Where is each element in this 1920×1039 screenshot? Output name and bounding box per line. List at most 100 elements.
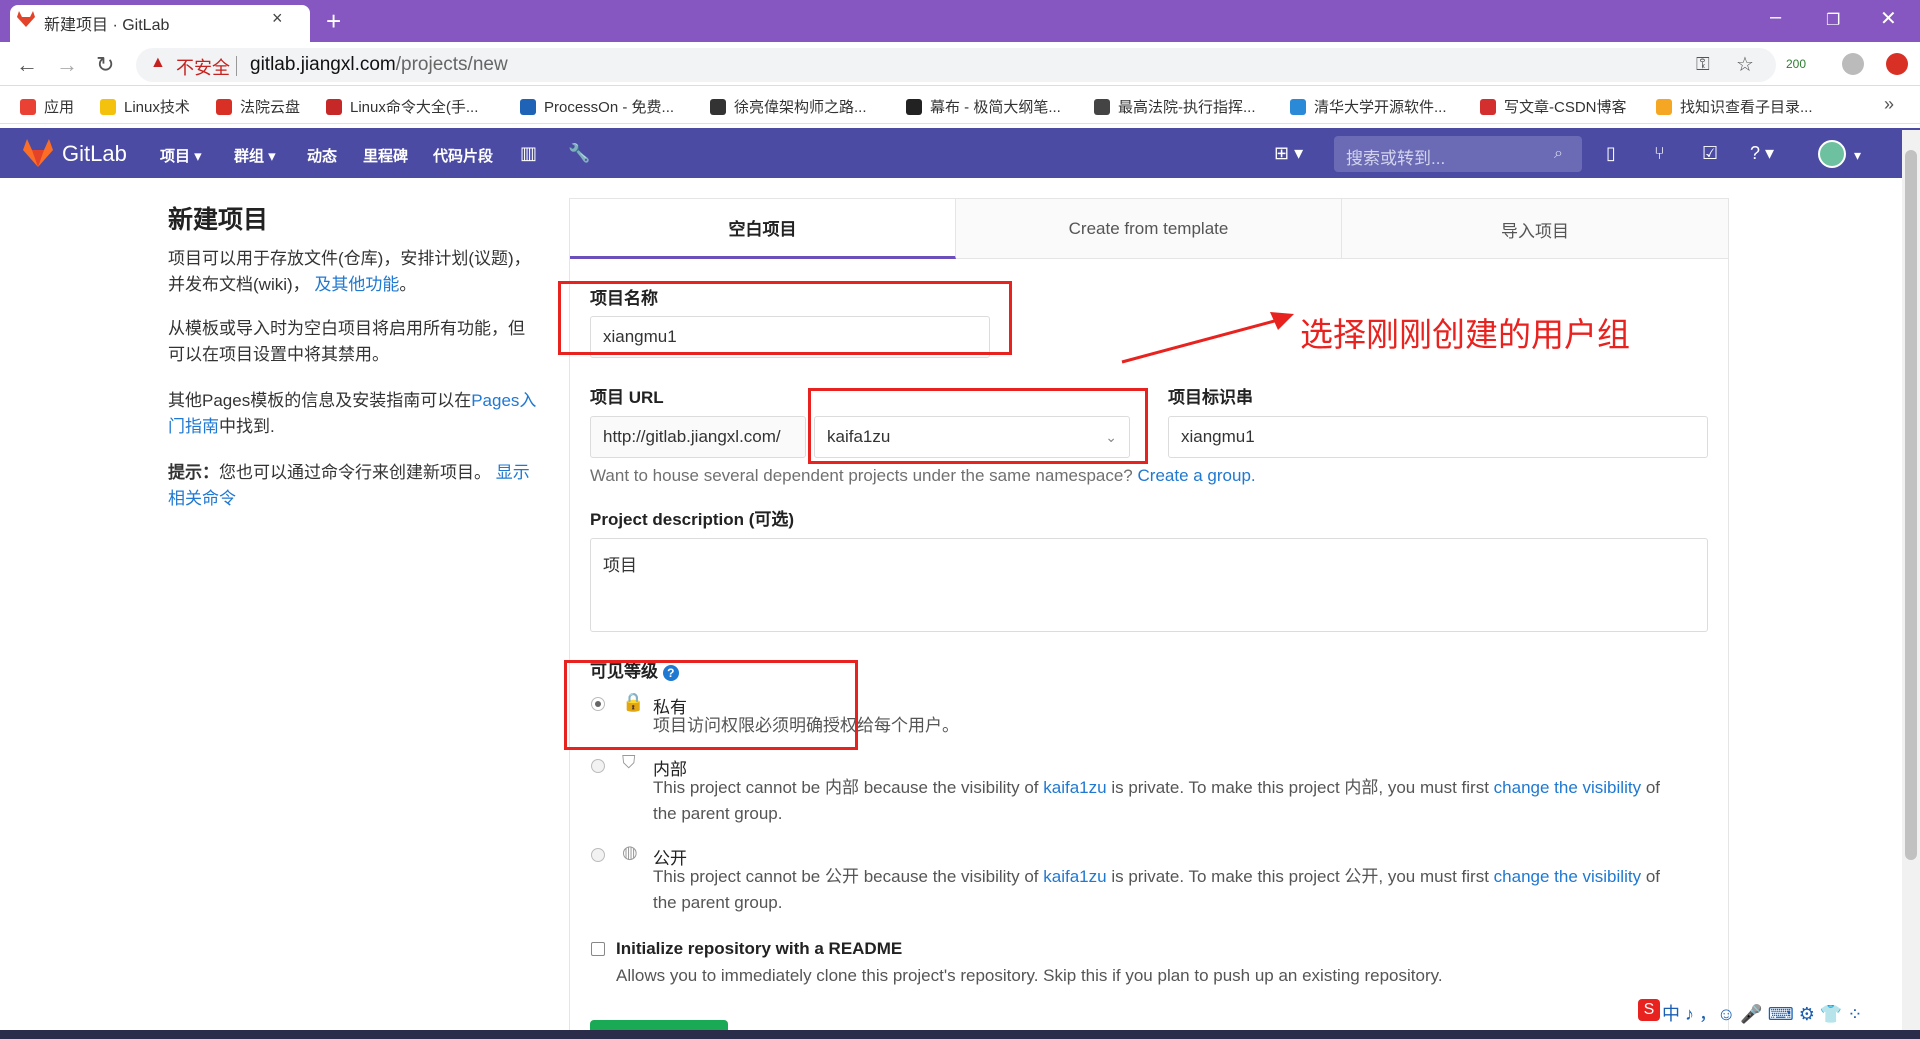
forward-icon[interactable]: → (56, 52, 78, 78)
public-desc-d: the parent group. (653, 893, 783, 912)
group-hint: Want to house several dependent projects… (590, 466, 1256, 486)
window-close-icon[interactable]: ✕ (1880, 6, 1897, 31)
bookmark-label: 应用 (44, 99, 75, 116)
wrench-icon[interactable]: 🔧 (568, 143, 590, 164)
public-desc-c: of (1645, 867, 1660, 886)
help-icon[interactable]: ? ▾ (1750, 143, 1774, 164)
bookmark-label: 清华大学开源软件... (1314, 99, 1447, 116)
tab-create-from-template[interactable]: Create from template (956, 199, 1342, 259)
menu-milestones[interactable]: 里程碑 (363, 145, 408, 166)
tab-import-project[interactable]: 导入项目 (1342, 199, 1728, 259)
sidebar-template-note: 从模板或导入时为空白项目将启用所有功能，但可以在项目设置中将其禁用。 (168, 319, 525, 364)
extension-badge[interactable]: 200 (1786, 57, 1806, 71)
minimize-icon[interactable]: – (1770, 6, 1781, 29)
pages-note-end: 中找到. (219, 417, 275, 436)
tab-blank-project[interactable]: 空白项目 (570, 199, 956, 259)
gitlab-favicon-icon (17, 11, 35, 27)
gitlab-navbar (0, 128, 1920, 178)
description-label: Project description (可选) (590, 505, 794, 530)
reload-icon[interactable]: ↻ (96, 52, 114, 78)
url-text[interactable]: gitlab.jiangxl.com/projects/new (250, 54, 508, 76)
visibility-internal-radio[interactable] (591, 759, 605, 773)
bookmark-icon (216, 98, 232, 115)
internal-desc-d: the parent group. (653, 804, 783, 823)
description-optional: (可选) (748, 510, 795, 529)
search-icon[interactable]: ⌕ (1554, 145, 1563, 163)
menu-snippets[interactable]: 代码片段 (433, 145, 493, 166)
public-group-link[interactable]: kaifa1zu (1043, 867, 1106, 886)
back-icon[interactable]: ← (16, 52, 38, 78)
tab-close-icon[interactable]: × (272, 8, 283, 29)
bookmark-label: 徐亮偉架构师之路... (734, 99, 867, 116)
profile-avatar[interactable] (1842, 53, 1864, 75)
bookmark-item[interactable]: 法院云盘 (216, 96, 300, 117)
bookmark-icon (710, 98, 726, 115)
plus-square-icon[interactable]: ⊞ ▾ (1274, 143, 1303, 164)
menu-groups[interactable]: 群组 ▾ (234, 145, 276, 166)
update-icon[interactable] (1886, 53, 1908, 75)
bookmark-item[interactable]: Linux技术 (100, 96, 190, 117)
gitlab-logo-icon[interactable] (22, 138, 54, 168)
bookmark-label: 法院云盘 (240, 99, 301, 116)
bookmark-icon (1094, 98, 1110, 115)
bookmark-item[interactable]: 幕布 - 极简大纲笔... (906, 96, 1061, 117)
visibility-public-radio[interactable] (591, 848, 605, 862)
annotation-box-name (558, 281, 1012, 355)
sidebar-intro: 项目可以用于存放文件(仓库)，安排计划(议题)，并发布文档(wiki)， 及其他… (168, 246, 538, 298)
bookmark-item[interactable]: 清华大学开源软件... (1290, 96, 1447, 117)
url-path: /projects/new (395, 54, 508, 75)
shield-icon: ⛉ (622, 752, 636, 772)
internal-group-link[interactable]: kaifa1zu (1043, 778, 1106, 797)
internal-desc-b: is private. To make this project 内部, you… (1111, 778, 1489, 797)
new-tab-icon[interactable]: + (326, 6, 341, 37)
bookmark-item[interactable]: 写文章-CSDN博客 (1480, 96, 1627, 117)
bookmark-label: ProcessOn - 免费... (544, 99, 675, 116)
insecure-label[interactable]: 不安全 (176, 54, 230, 80)
bookmark-star-icon[interactable]: ☆ (1736, 52, 1754, 77)
url-host: gitlab.jiangxl.com (250, 54, 396, 75)
bookmark-item[interactable]: 最高法院-执行指挥... (1094, 96, 1256, 117)
bookmark-item[interactable]: 应用 (20, 96, 74, 117)
public-change-visibility-link[interactable]: change the visibility (1494, 867, 1641, 886)
internal-desc-c: of (1645, 778, 1660, 797)
todo-icon[interactable]: ☑ (1702, 143, 1718, 164)
bookmark-icon (520, 98, 536, 115)
bookmark-label: 找知识查看子目录... (1680, 99, 1813, 116)
bookmark-item[interactable]: 徐亮偉架构师之路... (710, 96, 867, 117)
bookmark-item[interactable]: Linux命令大全(手... (326, 96, 478, 117)
scrollbar-thumb[interactable] (1905, 150, 1917, 860)
bookmark-item[interactable]: ProcessOn - 免费... (520, 96, 674, 117)
issues-icon[interactable]: ▯ (1606, 143, 1616, 164)
user-avatar[interactable] (1818, 140, 1846, 168)
internal-desc-a: This project cannot be 内部 because the vi… (653, 778, 1039, 797)
restore-icon[interactable]: ❐ (1826, 10, 1840, 30)
project-slug-label: 项目标识串 (1168, 388, 1253, 407)
merge-request-icon[interactable]: ⑂ (1654, 143, 1665, 164)
annotation-box-namespace (808, 388, 1148, 464)
gitlab-brand[interactable]: GitLab (62, 141, 127, 167)
readme-checkbox[interactable] (591, 942, 605, 956)
url-prefix-text: http://gitlab.jiangxl.com/ (603, 427, 781, 446)
public-desc-a: This project cannot be 公开 because the vi… (653, 867, 1039, 886)
ime-toolbar[interactable]: 中 ♪ ，☺ 🎤 ⌨ ⚙ 👕 ⁘ (1662, 1000, 1862, 1026)
annotation-text: 选择刚刚创建的用户组 (1300, 316, 1630, 353)
bookmark-icon (20, 98, 36, 115)
bookmarks-overflow-icon[interactable]: » (1884, 94, 1894, 115)
annotation-arrow-icon (1121, 312, 1294, 364)
bookmark-icon (1656, 98, 1672, 115)
create-group-link[interactable]: Create a group. (1138, 466, 1256, 485)
project-description-textarea[interactable]: 项目 (590, 538, 1708, 632)
chevron-down-icon[interactable]: ▾ (1854, 147, 1861, 164)
internal-change-visibility-link[interactable]: change the visibility (1494, 778, 1641, 797)
chart-icon[interactable]: ▥ (520, 143, 537, 164)
tab-title: 新建项目 · GitLab (44, 17, 170, 34)
menu-projects[interactable]: 项目 ▾ (160, 145, 202, 166)
taskbar (0, 1030, 1920, 1039)
more-features-link[interactable]: 及其他功能 (314, 275, 399, 294)
menu-activity[interactable]: 动态 (307, 145, 337, 166)
project-slug-input[interactable]: xiangmu1 (1168, 416, 1708, 458)
url-prefix-addon: http://gitlab.jiangxl.com/ (590, 416, 806, 458)
bookmark-item[interactable]: 找知识查看子目录... (1656, 96, 1813, 117)
sogou-ime-icon[interactable]: S (1638, 999, 1660, 1021)
key-icon[interactable]: ⚿ (1696, 54, 1710, 75)
